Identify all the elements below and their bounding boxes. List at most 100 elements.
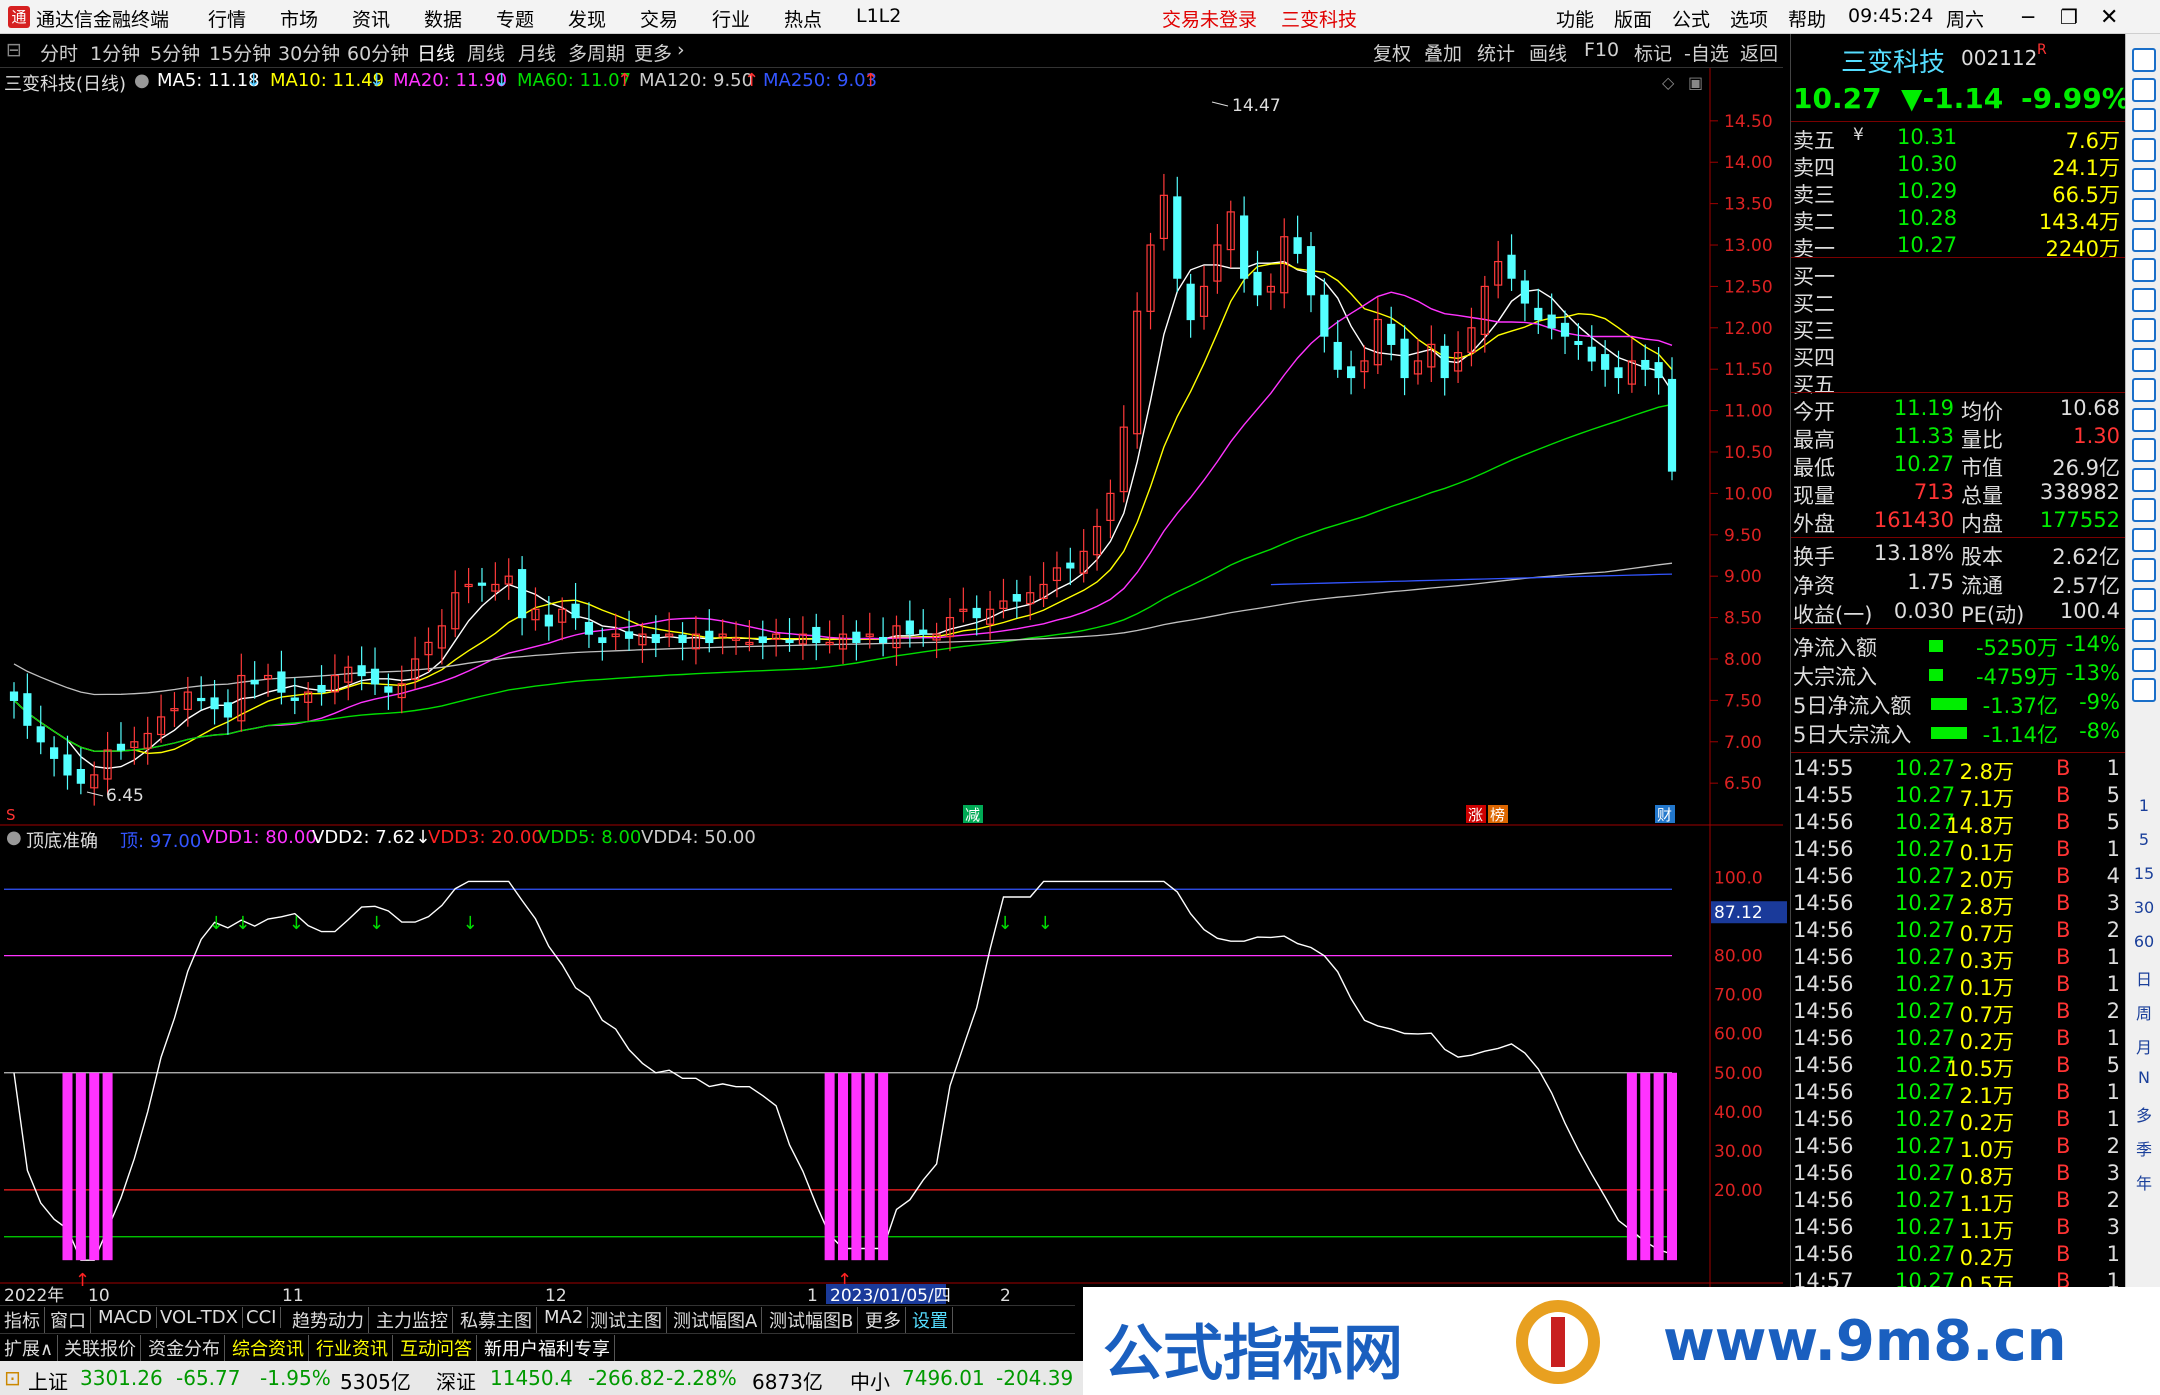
period-more[interactable]: 更多 bbox=[634, 39, 672, 66]
period-month[interactable]: 月线 bbox=[518, 39, 556, 66]
tab-ceshi-a[interactable]: 测试幅图A bbox=[669, 1307, 763, 1333]
ask-price[interactable]: 10.30 bbox=[1897, 152, 1957, 176]
menu-redian[interactable]: 热点 bbox=[784, 5, 822, 32]
menu-zhuanti[interactable]: 专题 bbox=[496, 5, 534, 32]
sidebar-period-0[interactable]: 1 bbox=[2132, 796, 2156, 815]
sidebar-tool-icon[interactable] bbox=[2132, 78, 2156, 102]
ext-zijin[interactable]: 资金分布 bbox=[144, 1335, 225, 1361]
sidebar-period-5[interactable]: 日 bbox=[2132, 966, 2156, 990]
period-week[interactable]: 周线 bbox=[467, 39, 505, 66]
sz-name[interactable]: 深证 bbox=[436, 1366, 476, 1395]
tab-more[interactable]: 更多 bbox=[861, 1307, 906, 1333]
menu-gongshi[interactable]: 公式 bbox=[1672, 5, 1710, 32]
menu-l1l2[interactable]: L1L2 bbox=[856, 5, 901, 27]
ask-price[interactable]: 10.28 bbox=[1897, 206, 1957, 230]
tab-settings[interactable]: 设置 bbox=[908, 1307, 953, 1333]
period-5min[interactable]: 5分钟 bbox=[150, 39, 200, 66]
tab-zhibiao[interactable]: 指标 bbox=[0, 1307, 45, 1333]
tab-ceshi-b[interactable]: 测试幅图B bbox=[765, 1307, 859, 1333]
menu-xuanxiang[interactable]: 选项 bbox=[1730, 5, 1768, 32]
period-60min[interactable]: 60分钟 bbox=[347, 39, 409, 66]
menu-hangye[interactable]: 行业 bbox=[712, 5, 750, 32]
ext-xinyonghu[interactable]: 新用户福利专享 bbox=[480, 1335, 615, 1361]
sidebar-period-3[interactable]: 30 bbox=[2132, 898, 2156, 917]
sidebar-tool-icon[interactable] bbox=[2132, 318, 2156, 342]
tab-chuangkou[interactable]: 窗口 bbox=[46, 1307, 91, 1333]
sidebar-tool-icon[interactable] bbox=[2132, 258, 2156, 282]
menu-zixun[interactable]: 资讯 bbox=[352, 5, 390, 32]
minimize-icon[interactable]: ─ bbox=[2022, 5, 2034, 29]
sh-name[interactable]: 上证 bbox=[28, 1366, 68, 1395]
sidebar-tool-icon[interactable] bbox=[2132, 498, 2156, 522]
chart-square-icon[interactable]: ▣ bbox=[1688, 73, 1703, 92]
menu-hangqing[interactable]: 行情 bbox=[208, 5, 246, 32]
sidebar-period-4[interactable]: 60 bbox=[2132, 932, 2156, 951]
tool-f10[interactable]: F10 bbox=[1584, 39, 1619, 61]
tab-qushi[interactable]: 趋势动力 bbox=[288, 1307, 369, 1333]
sidebar-tool-icon[interactable] bbox=[2132, 438, 2156, 462]
sidebar-tool-icon[interactable] bbox=[2132, 48, 2156, 72]
sidebar-tool-icon[interactable] bbox=[2132, 558, 2156, 582]
period-multi[interactable]: 多周期 bbox=[568, 39, 625, 66]
sidebar-tool-icon[interactable] bbox=[2132, 228, 2156, 252]
sidebar-tool-icon[interactable] bbox=[2132, 468, 2156, 492]
sidebar-period-1[interactable]: 5 bbox=[2132, 830, 2156, 849]
sidebar-tool-icon[interactable] bbox=[2132, 528, 2156, 552]
restore-icon[interactable]: ❐ bbox=[2060, 5, 2078, 29]
tab-cci[interactable]: CCI bbox=[242, 1307, 282, 1328]
period-fenshi[interactable]: 分时 bbox=[40, 39, 78, 66]
ext-hudong[interactable]: 互动问答 bbox=[396, 1335, 477, 1361]
tab-zhuli[interactable]: 主力监控 bbox=[372, 1307, 453, 1333]
sidebar-period-10[interactable]: 季 bbox=[2132, 1136, 2156, 1160]
period-1min[interactable]: 1分钟 bbox=[90, 39, 140, 66]
menu-gongneng[interactable]: 功能 bbox=[1556, 5, 1594, 32]
menu-shuju[interactable]: 数据 bbox=[424, 5, 462, 32]
tool-huaxian[interactable]: 画线 bbox=[1529, 39, 1567, 66]
sidebar-tool-icon[interactable] bbox=[2132, 168, 2156, 192]
ext-kuozhan[interactable]: 扩展∧ bbox=[0, 1335, 59, 1361]
trade-status[interactable]: 交易未登录 bbox=[1162, 5, 1257, 32]
sidebar-tool-icon[interactable] bbox=[2132, 198, 2156, 222]
menu-faxian[interactable]: 发现 bbox=[568, 5, 606, 32]
sidebar-tool-icon[interactable] bbox=[2132, 618, 2156, 642]
period-day[interactable]: 日线 bbox=[417, 39, 455, 66]
menu-shichang[interactable]: 市场 bbox=[280, 5, 318, 32]
menu-banmian[interactable]: 版面 bbox=[1614, 5, 1652, 32]
ext-hangye[interactable]: 行业资讯 bbox=[312, 1335, 393, 1361]
index-bar-icon[interactable]: ⊡ bbox=[4, 1366, 21, 1390]
ask-price[interactable]: 10.29 bbox=[1897, 179, 1957, 203]
tool-diejia[interactable]: 叠加 bbox=[1424, 39, 1462, 66]
ext-guanlian[interactable]: 关联报价 bbox=[60, 1335, 141, 1361]
ask-price[interactable]: 10.27 bbox=[1897, 233, 1957, 257]
tab-vol-tdx[interactable]: VOL-TDX bbox=[156, 1307, 243, 1328]
sidebar-tool-icon[interactable] bbox=[2132, 648, 2156, 672]
tool-biaoji[interactable]: 标记 bbox=[1634, 39, 1672, 66]
tool-zixuan[interactable]: -自选 bbox=[1684, 39, 1729, 66]
chart-diamond-icon[interactable]: ◇ bbox=[1662, 73, 1675, 92]
tab-ceshi-main[interactable]: 测试主图 bbox=[586, 1307, 667, 1333]
menu-bangzhu[interactable]: 帮助 bbox=[1788, 5, 1826, 32]
sidebar-tool-icon[interactable] bbox=[2132, 108, 2156, 132]
close-icon[interactable]: ✕ bbox=[2100, 5, 2118, 30]
sidebar-tool-icon[interactable] bbox=[2132, 348, 2156, 372]
sidebar-tool-icon[interactable] bbox=[2132, 378, 2156, 402]
period-15min[interactable]: 15分钟 bbox=[209, 39, 271, 66]
sidebar-tool-icon[interactable] bbox=[2132, 408, 2156, 432]
tab-simu[interactable]: 私募主图 bbox=[456, 1307, 537, 1333]
sidebar-period-8[interactable]: N bbox=[2132, 1068, 2156, 1087]
menu-jiaoyi[interactable]: 交易 bbox=[640, 5, 678, 32]
main-chart[interactable]: 14.50 14.00 13.50 13.00 12.50 12.00 11.50 11.00… bbox=[0, 68, 1790, 1305]
indicator-settings-icon[interactable]: ● bbox=[6, 827, 22, 848]
tool-tongji[interactable]: 统计 bbox=[1477, 39, 1515, 66]
sidebar-period-2[interactable]: 15 bbox=[2132, 864, 2156, 883]
tab-macd[interactable]: MACD bbox=[94, 1307, 157, 1328]
tool-fanhui[interactable]: 返回 bbox=[1740, 39, 1778, 66]
sidebar-period-11[interactable]: 年 bbox=[2132, 1170, 2156, 1194]
zx-name[interactable]: 中小 bbox=[850, 1366, 890, 1395]
tab-ma2[interactable]: MA2 bbox=[540, 1307, 589, 1328]
sidebar-period-6[interactable]: 周 bbox=[2132, 1000, 2156, 1024]
sidebar-tool-icon[interactable] bbox=[2132, 138, 2156, 162]
ask-price[interactable]: 10.31 bbox=[1897, 125, 1957, 149]
sidebar-tool-icon[interactable] bbox=[2132, 288, 2156, 312]
sidebar-tool-icon[interactable] bbox=[2132, 588, 2156, 612]
